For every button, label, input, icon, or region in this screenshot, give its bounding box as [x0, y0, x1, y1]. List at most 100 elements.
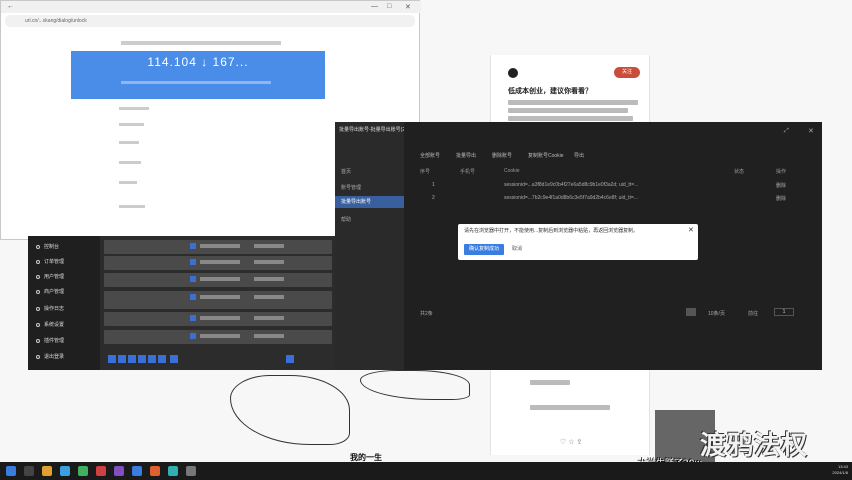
tab[interactable]: 导出 — [574, 152, 584, 159]
folder-icon[interactable] — [42, 466, 52, 476]
tab[interactable]: 全部账号 — [420, 152, 440, 159]
copy-notice-popup: 请先在浏览器中打开，不能使用...复制后到浏览器中粘贴，再返回浏览器复制。 确认… — [458, 224, 698, 260]
page-input[interactable]: 1 — [774, 308, 794, 316]
sidebar-item[interactable]: 插件管理 — [34, 336, 98, 346]
row-cookie: sessionid=...a3f8d1e9c0b4f27e6a5d8c9b1e0… — [504, 182, 639, 188]
tab[interactable]: 复制账号Cookie — [528, 152, 564, 159]
dot-icon — [36, 355, 40, 359]
page-text-line — [121, 41, 281, 45]
browser-icon[interactable] — [60, 466, 70, 476]
table-row[interactable] — [104, 312, 332, 326]
confirm-copy-button[interactable]: 确认复制成功 — [464, 244, 504, 255]
article-title: 低成本创业，建议你看看？ — [508, 88, 592, 95]
page-size-select[interactable]: 10条/页 — [708, 310, 725, 317]
column-header: 手机号 — [460, 169, 476, 175]
sidebar-item-label: 控制台 — [44, 244, 60, 250]
dialog-side-item[interactable]: 账号管理 — [341, 184, 361, 191]
article-line — [508, 116, 633, 121]
cancel-button[interactable]: 取消 — [512, 244, 532, 255]
delete-link[interactable]: 删除 — [776, 182, 786, 189]
app-icon[interactable] — [96, 466, 106, 476]
pager-button[interactable] — [128, 355, 136, 363]
notice-text: 请先在浏览器中打开，不能使用...复制后到浏览器中粘贴，再返回浏览器复制。 — [464, 228, 639, 234]
watermark-logo: 渡鸦法权 — [700, 431, 809, 461]
table-row[interactable] — [104, 256, 332, 270]
search-icon[interactable] — [24, 466, 34, 476]
app-icon[interactable] — [186, 466, 196, 476]
sidebar-item-label: 操作日志 — [44, 306, 65, 312]
dialog-side-item-active[interactable]: 批量导出账号 — [335, 196, 405, 208]
dot-icon — [36, 290, 40, 294]
app-icon[interactable] — [114, 466, 124, 476]
sidebar-item[interactable]: 用户管理 — [34, 272, 98, 282]
app-icon[interactable] — [168, 466, 178, 476]
article-line — [508, 100, 638, 105]
clock-date: 2024/1/8 — [832, 470, 848, 475]
speed-value: 114.104 ↓ 167... — [147, 55, 249, 69]
page-text-line — [119, 123, 144, 126]
sidebar-item[interactable]: 退出登录 — [34, 352, 98, 362]
sidebar-item[interactable]: 系统设置 — [34, 320, 98, 330]
delete-link[interactable]: 删除 — [776, 195, 786, 202]
dot-icon — [36, 260, 40, 264]
table-row[interactable] — [104, 291, 332, 309]
sidebar-item[interactable]: 订单管理 — [34, 257, 98, 267]
start-icon[interactable] — [6, 466, 16, 476]
table-row[interactable] — [104, 330, 332, 344]
pager-button[interactable] — [170, 355, 178, 363]
app-icon[interactable] — [150, 466, 160, 476]
page-text-line — [119, 107, 149, 110]
sidebar-item-label: 用户管理 — [44, 274, 65, 280]
banner-subtext — [121, 81, 271, 84]
dialog-title: 批量导出账号-批量导出账号(2/2) — [339, 127, 405, 133]
article-line — [530, 405, 610, 410]
page-text-line — [119, 205, 145, 208]
sidebar-item-label: 订单管理 — [44, 259, 65, 265]
sidebar-item[interactable]: 操作日志 — [34, 304, 98, 314]
table-row[interactable] — [104, 240, 332, 254]
pager-button[interactable] — [138, 355, 146, 363]
page-current[interactable] — [686, 308, 696, 316]
column-header: 状态 — [734, 169, 745, 175]
goto-label: 前往 — [748, 311, 759, 317]
close-icon[interactable]: ✕ — [808, 127, 814, 135]
pager-button[interactable] — [118, 355, 126, 363]
address-bar[interactable]: url.cn/...xkang/dialog/unlock — [5, 15, 415, 27]
article-line — [508, 108, 628, 113]
sidebar-item[interactable]: 控制台 — [34, 242, 98, 252]
close-icon[interactable]: ✕ — [405, 3, 411, 11]
tab[interactable]: 删除账号 — [492, 152, 512, 159]
dialog-side-item[interactable]: 首页 — [341, 168, 351, 175]
dialog-side-item[interactable]: 帮助 — [341, 216, 351, 223]
article-actions[interactable]: ♡ ☆ ⇪ — [560, 438, 582, 446]
sidebar-item[interactable]: 商户管理 — [34, 287, 98, 297]
author-avatar[interactable] — [508, 68, 518, 78]
dot-icon — [36, 307, 40, 311]
dot-icon — [36, 245, 40, 249]
back-icon[interactable]: ← — [7, 3, 14, 10]
sidebar-item-label: 插件管理 — [44, 338, 65, 344]
row-cookie: sessionid=...7b2c9e4f1a0d8b6c3e5f7a9d2b4… — [504, 195, 638, 201]
tab[interactable]: 批量导出 — [456, 152, 476, 159]
page-text-line — [119, 161, 141, 164]
dot-icon — [36, 339, 40, 343]
maximize-icon[interactable]: □ — [387, 3, 391, 10]
close-icon[interactable]: ✕ — [688, 226, 694, 234]
browser-titlebar — [1, 1, 421, 13]
app-icon[interactable] — [78, 466, 88, 476]
page-text-line — [119, 141, 139, 144]
column-header: Cookie — [504, 168, 520, 174]
row-index: 2 — [432, 195, 435, 201]
pager-button[interactable] — [158, 355, 166, 363]
page-current[interactable] — [286, 355, 294, 363]
table-row[interactable] — [104, 273, 332, 287]
pager-button[interactable] — [148, 355, 156, 363]
pin-icon[interactable]: ⤢ — [784, 128, 789, 135]
clock[interactable]: 13:43 2024/1/8 — [832, 464, 848, 476]
pager-button[interactable] — [108, 355, 116, 363]
minimize-icon[interactable]: — — [371, 3, 378, 10]
follow-button[interactable]: 关注 — [614, 67, 640, 78]
app-icon[interactable] — [132, 466, 142, 476]
sidebar-item-label: 商户管理 — [44, 289, 65, 295]
page-text-line — [119, 181, 137, 184]
